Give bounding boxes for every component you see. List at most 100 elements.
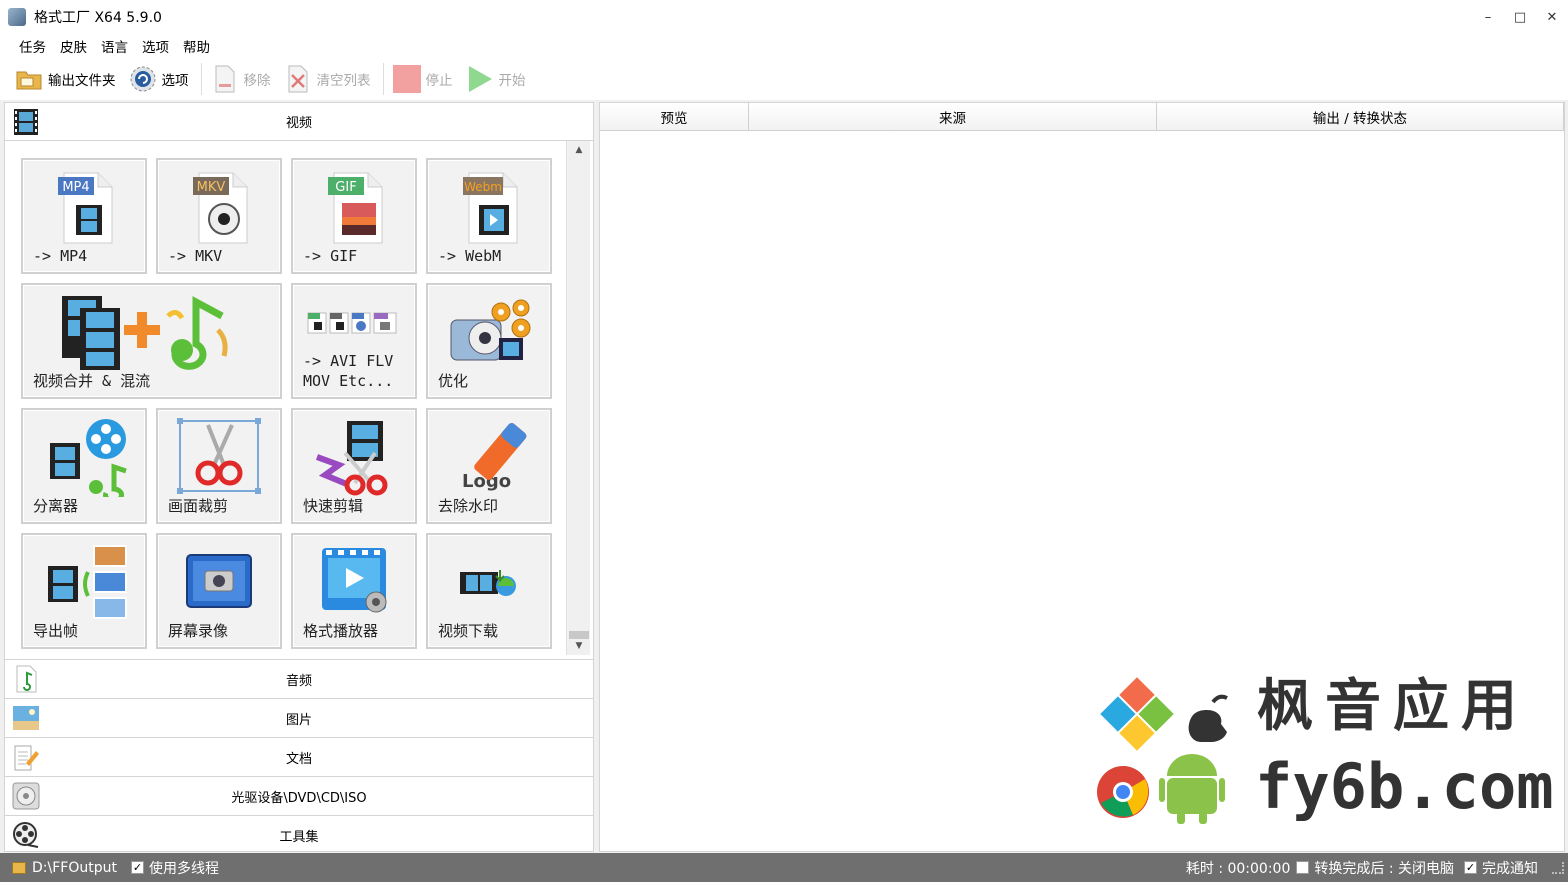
disc-icon <box>11 781 41 811</box>
tile-video-download[interactable]: 视频下载 <box>426 533 552 649</box>
stop-label: 停止 <box>425 73 453 89</box>
column-source[interactable]: 来源 <box>749 103 1157 130</box>
column-preview[interactable]: 预览 <box>600 103 749 130</box>
export-frames-icon <box>23 543 145 621</box>
options-button[interactable]: 选项 <box>128 64 189 94</box>
film-strip-icon <box>11 107 41 137</box>
tile-quick-clip[interactable]: 快速剪辑 <box>291 408 417 524</box>
quick-clip-icon <box>293 418 415 496</box>
tile-label: -> AVI FLV MOV Etc... <box>303 351 393 391</box>
tile-label: 优化 <box>438 372 469 390</box>
category-picture[interactable]: 图片 <box>5 698 593 737</box>
app-icon <box>8 8 26 26</box>
multithread-checkbox[interactable]: ✓ 使用多线程 <box>130 858 219 878</box>
tile-to-mp4[interactable]: MP4 -> MP4 <box>21 158 147 274</box>
tile-label: 画面裁剪 <box>168 497 229 515</box>
toolbox-icon <box>11 820 41 850</box>
tile-other-formats[interactable]: -> AVI FLV MOV Etc... <box>291 283 417 399</box>
tile-merge-mux[interactable]: 视频合并 & 混流 <box>21 283 282 399</box>
category-picture-label: 图片 <box>285 712 312 728</box>
tile-label: -> MP4 <box>33 247 88 265</box>
output-folder-status[interactable]: D:\FFOutput <box>12 860 117 876</box>
category-list: 音频 图片 文档 光驱设备\DVD\CD\ISO 工具集 <box>5 659 593 854</box>
minimize-button[interactable]: – <box>1472 0 1504 34</box>
tile-player[interactable]: 格式播放器 <box>291 533 417 649</box>
svg-text:MKV: MKV <box>197 180 226 195</box>
scroll-up-icon[interactable]: ▲ <box>567 141 591 159</box>
watermark-domain: fy6b.com <box>1255 750 1554 823</box>
menu-task[interactable]: 任务 <box>19 36 46 56</box>
tile-optimize[interactable]: 优化 <box>426 283 552 399</box>
remove-button[interactable]: 移除 <box>210 64 271 94</box>
player-icon <box>293 543 415 621</box>
small-folder-icon <box>12 861 26 874</box>
notify-checkbox[interactable]: ✓ 完成通知 <box>1464 858 1538 878</box>
toolbar: 输出文件夹 选项 移除 清空列表 停止 开始 <box>0 58 1568 100</box>
after-convert-checkbox[interactable]: 转换完成后 : 关闭电脑 <box>1296 858 1454 878</box>
menu-options[interactable]: 选项 <box>142 36 169 56</box>
after-convert-label: 转换完成后 : 关闭电脑 <box>1314 860 1454 877</box>
menu-language[interactable]: 语言 <box>101 36 128 56</box>
maximize-button[interactable]: □ <box>1504 0 1536 34</box>
category-disc-label: 光驱设备\DVD\CD\ISO <box>231 790 367 806</box>
start-button[interactable]: 开始 <box>465 64 526 94</box>
tile-label-line2: MOV Etc... <box>303 372 394 390</box>
tile-remove-watermark[interactable]: Logo 去除水印 <box>426 408 552 524</box>
tile-label: 去除水印 <box>438 497 499 515</box>
video-download-icon <box>428 543 550 621</box>
webm-file-icon: Webm <box>428 168 550 246</box>
tile-to-webm[interactable]: Webm -> WebM <box>426 158 552 274</box>
svg-text:Webm: Webm <box>464 180 502 194</box>
tile-screen-record[interactable]: 屏幕录像 <box>156 533 282 649</box>
check-icon: ✓ <box>1464 861 1477 874</box>
output-folder-button[interactable]: 输出文件夹 <box>14 64 116 94</box>
merge-mux-icon <box>23 293 280 371</box>
tile-label-line1: -> AVI FLV <box>303 352 394 370</box>
menu-help[interactable]: 帮助 <box>183 36 210 56</box>
screen-record-icon <box>158 543 280 621</box>
category-audio[interactable]: 音频 <box>5 659 593 698</box>
start-play-icon <box>465 64 495 94</box>
options-gear-icon <box>128 64 158 94</box>
tile-splitter[interactable]: 分离器 <box>21 408 147 524</box>
other-formats-icon <box>293 299 415 345</box>
tiles-scrollbar[interactable]: ▲ ▼ <box>566 141 590 655</box>
picture-icon <box>11 703 41 733</box>
crop-scissors-icon <box>158 418 280 496</box>
menu-bar: 任务 皮肤 语言 选项 帮助 <box>0 34 1568 58</box>
tile-export-frames[interactable]: 导出帧 <box>21 533 147 649</box>
tile-label: 格式播放器 <box>303 622 379 640</box>
category-video-header[interactable]: 视频 <box>5 103 593 141</box>
scroll-down-icon[interactable]: ▼ <box>567 637 591 655</box>
menu-skin[interactable]: 皮肤 <box>60 36 87 56</box>
output-path-text: D:\FFOutput <box>32 859 117 876</box>
category-document-label: 文档 <box>285 751 312 767</box>
tile-label: 分离器 <box>33 497 79 515</box>
notify-label: 完成通知 <box>1482 860 1538 877</box>
tile-label: -> WebM <box>438 247 502 265</box>
category-disc[interactable]: 光驱设备\DVD\CD\ISO <box>5 776 593 815</box>
watermark-logos-icon <box>1097 677 1228 824</box>
stop-button[interactable]: 停止 <box>392 64 453 94</box>
category-panel: 视频 MP4 -> MP4 MKV -> MKV GIF -> GIF Webm <box>4 102 594 852</box>
category-document[interactable]: 文档 <box>5 737 593 776</box>
document-icon <box>11 742 41 772</box>
category-toolbox[interactable]: 工具集 <box>5 815 593 854</box>
category-toolbox-label: 工具集 <box>279 829 319 845</box>
close-button[interactable]: ✕ <box>1536 0 1568 34</box>
clear-list-button[interactable]: 清空列表 <box>283 64 371 94</box>
tile-label: 视频下载 <box>438 622 499 640</box>
watermark-brand: 枫音应用 <box>1257 674 1529 739</box>
folder-icon <box>14 64 44 94</box>
tile-crop[interactable]: 画面裁剪 <box>156 408 282 524</box>
resize-grip-icon[interactable] <box>1552 861 1564 874</box>
task-table-header: 预览 来源 输出 / 转换状态 <box>600 103 1564 131</box>
music-note-icon <box>11 664 41 694</box>
column-output-status[interactable]: 输出 / 转换状态 <box>1157 103 1564 130</box>
toolbar-separator <box>200 63 202 95</box>
remove-watermark-icon: Logo <box>428 418 550 496</box>
title-bar: 格式工厂 X64 5.9.0 – □ ✕ <box>0 0 1568 34</box>
category-video-label: 视频 <box>285 116 312 131</box>
tile-to-gif[interactable]: GIF -> GIF <box>291 158 417 274</box>
tile-to-mkv[interactable]: MKV -> MKV <box>156 158 282 274</box>
